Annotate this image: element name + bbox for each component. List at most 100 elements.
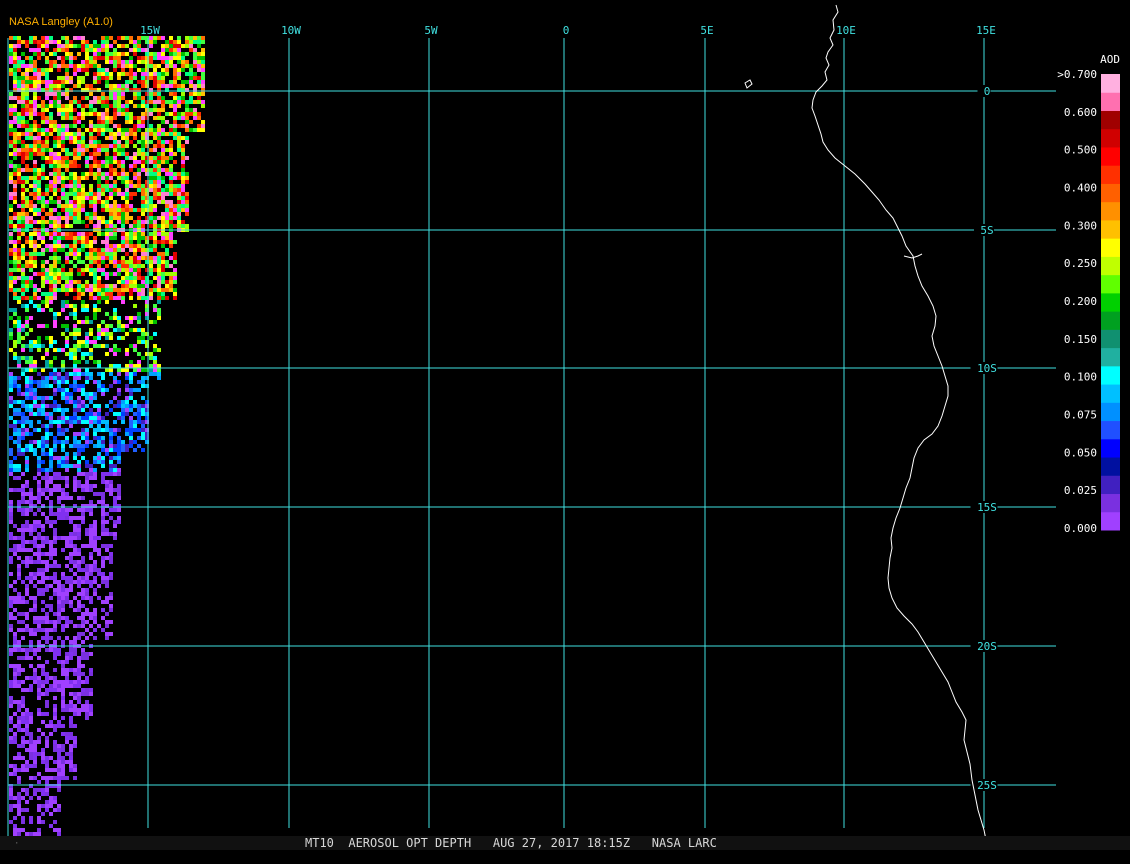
aod-pixel [157, 196, 161, 200]
aod-pixel [89, 556, 93, 560]
aod-pixel [93, 476, 97, 480]
aod-pixel [25, 760, 29, 764]
aod-pixel [49, 112, 53, 116]
aod-pixel [17, 120, 21, 124]
aod-pixel [77, 708, 81, 712]
aod-pixel [73, 440, 77, 444]
aod-pixel [149, 244, 153, 248]
aod-pixel [157, 268, 161, 272]
aod-pixel [89, 708, 93, 712]
aod-pixel [45, 260, 49, 264]
aod-pixel [21, 432, 25, 436]
aod-pixel [153, 72, 157, 76]
aod-pixel [85, 508, 89, 512]
aod-pixel [165, 204, 169, 208]
aod-pixel [153, 172, 157, 176]
aod-pixel [113, 308, 117, 312]
aod-pixel [65, 44, 69, 48]
aod-pixel [25, 132, 29, 136]
aod-pixel [69, 552, 73, 556]
aod-pixel [53, 200, 57, 204]
aod-pixel [173, 84, 177, 88]
aod-pixel [25, 420, 29, 424]
legend-swatch [1101, 475, 1120, 495]
aod-pixel [177, 52, 181, 56]
aod-pixel [181, 80, 185, 84]
aod-pixel [21, 284, 25, 288]
aod-pixel [93, 164, 97, 168]
aod-pixel [173, 80, 177, 84]
aod-pixel [53, 536, 57, 540]
aod-pixel [9, 232, 13, 236]
aod-pixel [29, 300, 33, 304]
aod-pixel [53, 244, 57, 248]
aod-pixel [89, 332, 93, 336]
aod-pixel [73, 356, 77, 360]
aod-pixel [13, 320, 17, 324]
aod-pixel [73, 348, 77, 352]
aod-pixel [53, 572, 57, 576]
aod-pixel [89, 348, 93, 352]
aod-pixel [85, 544, 89, 548]
aod-pixel [61, 772, 65, 776]
aod-pixel [45, 780, 49, 784]
aod-pixel [21, 424, 25, 428]
aod-pixel [65, 540, 69, 544]
aod-pixel [77, 680, 81, 684]
aod-pixel [141, 84, 145, 88]
aod-pixel [89, 572, 93, 576]
aod-pixel [73, 528, 77, 532]
aod-pixel [169, 92, 173, 96]
aod-pixel [137, 96, 141, 100]
aod-pixel [141, 192, 145, 196]
aod-pixel [129, 164, 133, 168]
legend-tick-label: 0.025 [1064, 484, 1097, 497]
aod-pixel [105, 312, 109, 316]
aod-pixel [157, 264, 161, 268]
aod-pixel [53, 140, 57, 144]
aod-pixel [17, 300, 21, 304]
aod-pixel [125, 204, 129, 208]
aod-pixel [113, 168, 117, 172]
aod-pixel [149, 224, 153, 228]
aod-pixel [45, 536, 49, 540]
aod-pixel [25, 592, 29, 596]
aod-pixel [117, 56, 121, 60]
aod-pixel [53, 96, 57, 100]
aod-pixel [137, 128, 141, 132]
aod-pixel [33, 36, 37, 40]
aod-pixel [17, 428, 21, 432]
aod-pixel [109, 44, 113, 48]
aod-pixel [185, 172, 189, 176]
aod-pixel [125, 388, 129, 392]
aod-pixel [17, 716, 21, 720]
aod-pixel [81, 516, 85, 520]
aod-pixel [181, 164, 185, 168]
aod-pixel [49, 604, 53, 608]
aod-pixel [101, 72, 105, 76]
aod-pixel [81, 152, 85, 156]
aod-pixel [85, 64, 89, 68]
aod-pixel [65, 208, 69, 212]
aod-pixel [45, 360, 49, 364]
aod-pixel [21, 756, 25, 760]
aod-pixel [53, 476, 57, 480]
aod-pixel [81, 244, 85, 248]
aod-pixel [77, 432, 81, 436]
african-coastline [811, 4, 989, 850]
aod-pixel [157, 372, 161, 376]
aod-pixel [25, 56, 29, 60]
aod-pixel [113, 160, 117, 164]
aod-pixel [57, 244, 61, 248]
aod-pixel [61, 604, 65, 608]
aod-pixel [141, 212, 145, 216]
aod-pixel [45, 740, 49, 744]
aod-pixel [189, 108, 193, 112]
aod-pixel [13, 468, 17, 472]
aod-pixel [93, 528, 97, 532]
aod-pixel [21, 636, 25, 640]
aod-pixel [161, 76, 165, 80]
aod-pixel [37, 788, 41, 792]
aod-pixel [33, 148, 37, 152]
legend-tick-label: 0.600 [1064, 106, 1097, 119]
